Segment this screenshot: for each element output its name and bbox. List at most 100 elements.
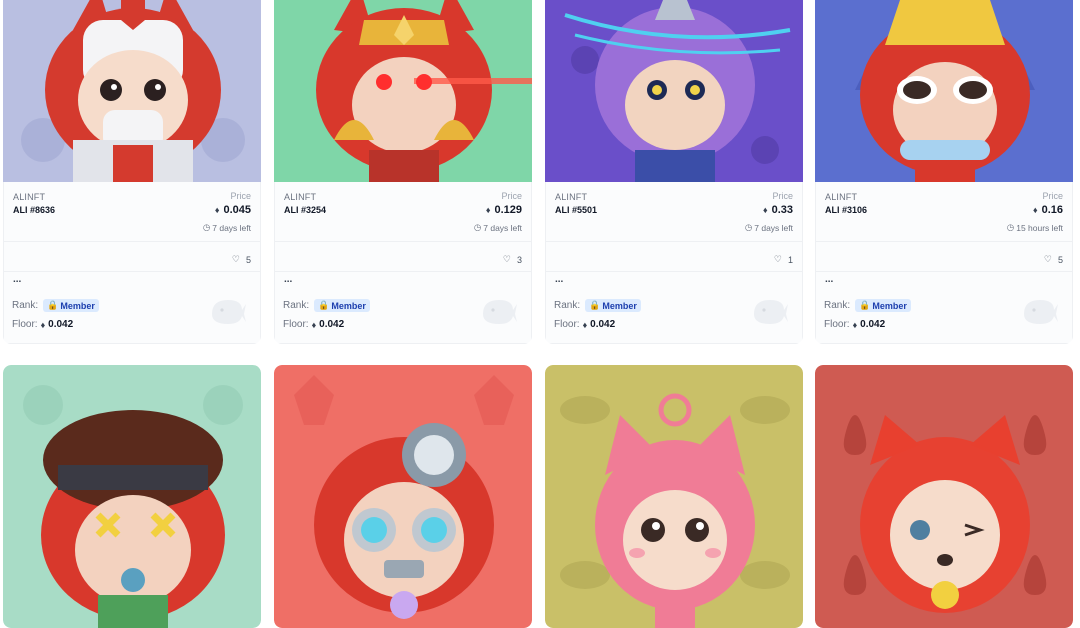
floor-row: Floor: ♦ 0.042 xyxy=(12,319,73,330)
more-options-button[interactable]: ... xyxy=(284,274,292,285)
like-count: 5 xyxy=(1057,254,1063,265)
clock-icon: ◷ xyxy=(1006,222,1015,232)
divider xyxy=(546,271,802,272)
collection-name: ALINFT xyxy=(825,192,858,202)
collection-name: ALINFT xyxy=(284,192,317,202)
rank-label: Rank: xyxy=(554,300,581,311)
nft-artwork[interactable] xyxy=(3,365,261,628)
time-left-text: 7 days left xyxy=(212,222,251,233)
floor-row: Floor: ♦ 0.042 xyxy=(554,319,615,330)
heart-icon[interactable]: ♡ xyxy=(503,254,511,265)
clock-icon: ◷ xyxy=(202,222,211,232)
rank-label: Rank: xyxy=(12,300,39,311)
token-id[interactable]: ALI #5501 xyxy=(555,205,597,215)
clock-icon: ◷ xyxy=(473,222,482,232)
time-left: ◷ 15 hours left xyxy=(1007,222,1063,233)
price-value: ♦ 0.045 xyxy=(215,204,251,216)
nft-artwork[interactable] xyxy=(545,0,803,182)
ethereum-icon: ♦ xyxy=(40,319,46,330)
lock-icon: 🔒 xyxy=(47,300,59,310)
nft-artwork[interactable] xyxy=(815,365,1073,628)
like-count: 1 xyxy=(787,254,793,265)
like-button[interactable]: ♡ 5 xyxy=(232,254,251,265)
token-id[interactable]: ALI #3254 xyxy=(284,205,326,215)
heart-icon[interactable]: ♡ xyxy=(774,254,782,265)
rank-row: Rank: 🔒 Member xyxy=(12,299,99,312)
like-count: 3 xyxy=(516,254,522,265)
divider xyxy=(816,241,1072,242)
nft-card[interactable]: ALINFT ALI #8636 Price ♦ 0.045 ◷ 7 days le… xyxy=(3,0,261,344)
ethereum-icon: ♦ xyxy=(762,205,768,215)
rank-row: Rank: 🔒 Member xyxy=(283,299,370,312)
ethereum-icon: ♦ xyxy=(311,319,317,330)
like-button[interactable]: ♡ 5 xyxy=(1044,254,1063,265)
like-button[interactable]: ♡ 1 xyxy=(774,254,793,265)
like-button[interactable]: ♡ 3 xyxy=(503,254,522,265)
nft-card[interactable] xyxy=(815,365,1073,628)
member-label: Member xyxy=(602,300,637,311)
nft-artwork[interactable] xyxy=(274,365,532,628)
divider xyxy=(275,241,531,242)
lock-icon: 🔒 xyxy=(589,300,601,310)
lock-icon: 🔒 xyxy=(859,300,871,310)
collection-name: ALINFT xyxy=(13,192,46,202)
price-label: Price xyxy=(1042,191,1063,201)
floor-label: Floor: xyxy=(554,319,580,330)
rank-row: Rank: 🔒 Member xyxy=(554,299,641,312)
rank-label: Rank: xyxy=(824,300,851,311)
heart-icon[interactable]: ♡ xyxy=(1044,254,1052,265)
nft-card[interactable] xyxy=(545,365,803,628)
floor-row: Floor: ♦ 0.042 xyxy=(283,319,344,330)
member-label: Member xyxy=(60,300,95,311)
nft-card-info: ALINFT ALI #3254 Price ♦ 0.129 ◷ 7 days le… xyxy=(274,182,532,344)
member-badge: 🔒 Member xyxy=(43,299,99,312)
more-options-button[interactable]: ... xyxy=(825,274,833,285)
nft-artwork[interactable] xyxy=(274,0,532,182)
divider xyxy=(4,241,260,242)
token-id[interactable]: ALI #3106 xyxy=(825,205,867,215)
member-badge: 🔒 Member xyxy=(314,299,370,312)
nft-artwork[interactable] xyxy=(3,0,261,182)
whale-watermark-icon xyxy=(212,300,246,324)
time-left: ◷ 7 days left xyxy=(474,222,522,233)
like-count: 5 xyxy=(245,254,251,265)
whale-watermark-icon xyxy=(1024,300,1058,324)
token-id[interactable]: ALI #8636 xyxy=(13,205,55,215)
floor-row: Floor: ♦ 0.042 xyxy=(824,319,885,330)
floor-label: Floor: xyxy=(283,319,309,330)
divider xyxy=(4,271,260,272)
nft-card[interactable]: ALINFT ALI #3106 Price ♦ 0.16 ◷ 15 hours l… xyxy=(815,0,1073,344)
price-value: ♦ 0.33 xyxy=(763,204,793,216)
ethereum-icon: ♦ xyxy=(852,319,858,330)
nft-card-info: ALINFT ALI #3106 Price ♦ 0.16 ◷ 15 hours l… xyxy=(815,182,1073,344)
whale-watermark-icon xyxy=(754,300,788,324)
price-label: Price xyxy=(772,191,793,201)
ethereum-icon: ♦ xyxy=(582,319,588,330)
nft-card[interactable] xyxy=(3,365,261,628)
nft-artwork[interactable] xyxy=(545,365,803,628)
price-label: Price xyxy=(230,191,251,201)
divider xyxy=(546,241,802,242)
price-amount: 0.129 xyxy=(494,204,522,216)
floor-value: 0.042 xyxy=(48,319,74,330)
price-value: ♦ 0.129 xyxy=(486,204,522,216)
member-badge: 🔒 Member xyxy=(855,299,911,312)
member-label: Member xyxy=(872,300,907,311)
time-left: ◷ 7 days left xyxy=(745,222,793,233)
price-amount: 0.33 xyxy=(771,204,793,216)
lock-icon: 🔒 xyxy=(318,300,330,310)
nft-artwork[interactable] xyxy=(815,0,1073,182)
more-options-button[interactable]: ... xyxy=(13,274,21,285)
floor-label: Floor: xyxy=(824,319,850,330)
collection-name: ALINFT xyxy=(555,192,588,202)
more-options-button[interactable]: ... xyxy=(555,274,563,285)
floor-value: 0.042 xyxy=(319,319,345,330)
nft-card[interactable]: ALINFT ALI #5501 Price ♦ 0.33 ◷ 7 days lef… xyxy=(545,0,803,344)
nft-card[interactable]: ALINFT ALI #3254 Price ♦ 0.129 ◷ 7 days le… xyxy=(274,0,532,344)
ethereum-icon: ♦ xyxy=(214,205,220,215)
nft-card[interactable] xyxy=(274,365,532,628)
nft-card-info: ALINFT ALI #5501 Price ♦ 0.33 ◷ 7 days lef… xyxy=(545,182,803,344)
heart-icon[interactable]: ♡ xyxy=(232,254,240,265)
divider xyxy=(816,271,1072,272)
divider xyxy=(275,271,531,272)
